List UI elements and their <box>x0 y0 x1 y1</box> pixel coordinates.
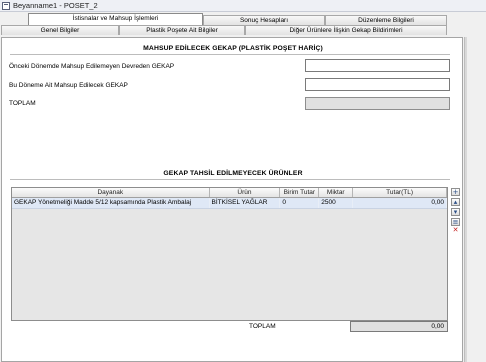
urunler-divider <box>10 179 450 180</box>
window-title: Beyanname1 - POSET_2 <box>13 1 98 10</box>
col-header-tutar[interactable]: Tutar(TL) <box>353 188 447 197</box>
tab-strip: Sonuç Hesapları Düzenleme Bilgileri Gene… <box>0 12 486 38</box>
delete-row-icon[interactable]: ✕ <box>451 227 460 235</box>
mahsup-toplam-label: TOPLAM <box>9 100 36 107</box>
urunler-section-title: GEKAP TAHSİL EDİLMEYECEK ÜRÜNLER <box>163 170 303 177</box>
urunler-table[interactable]: Dayanak Ürün Birim Tutar Miktar Tutar(TL… <box>11 187 448 321</box>
mahsup-section-title: MAHSUP EDİLECEK GEKAP (PLASTİK POŞET HAR… <box>143 45 323 52</box>
urunler-toplam-label: TOPLAM <box>249 323 276 330</box>
cell-urun[interactable]: BİTKİSEL YAĞLAR <box>210 198 281 208</box>
tab-duzenleme-bilgileri[interactable]: Düzenleme Bilgileri <box>325 15 447 25</box>
table-header: Dayanak Ürün Birim Tutar Miktar Tutar(TL… <box>12 188 447 198</box>
cell-tutar[interactable]: 0,00 <box>353 198 447 208</box>
vertical-scrollbar[interactable] <box>464 37 467 362</box>
move-up-icon[interactable]: ▴ <box>451 198 460 206</box>
tab-istisnalar-mahsup[interactable]: İstisnalar ve Mahsup İşlemleri <box>28 13 203 25</box>
move-down-icon[interactable]: ▾ <box>451 208 460 216</box>
bu-donem-label: Bu Döneme Ait Mahsup Edilecek GEKAP <box>9 82 128 89</box>
window-titlebar: Beyanname1 - POSET_2 <box>0 0 486 12</box>
content-panel: MAHSUP EDİLECEK GEKAP (PLASTİK POŞET HAR… <box>1 37 463 362</box>
tab-genel-bilgiler[interactable]: Genel Bilgiler <box>1 25 119 35</box>
add-row-icon[interactable]: + <box>451 188 460 196</box>
mahsup-toplam-field <box>305 97 450 110</box>
window-icon <box>2 2 10 10</box>
mahsup-divider <box>10 54 450 55</box>
cell-dayanak[interactable]: GEKAP Yönetmeliği Madde 5/12 kapsamında … <box>12 198 210 208</box>
edit-row-icon[interactable]: ≡ <box>451 218 460 226</box>
onceki-donem-label: Önceki Dönemde Mahsup Edilemeyen Devrede… <box>9 63 175 70</box>
tab-plastik-posete-ait-bilgiler[interactable]: Plastik Poşete Ait Bilgiler <box>119 25 245 35</box>
col-header-miktar[interactable]: Miktar <box>319 188 354 197</box>
bu-donem-input[interactable] <box>305 78 450 91</box>
col-header-dayanak[interactable]: Dayanak <box>12 188 210 197</box>
cell-birim-tutar[interactable]: 0 <box>280 198 320 208</box>
cell-miktar[interactable]: 2500 <box>319 198 354 208</box>
urunler-toplam-value: 0,00 <box>350 321 448 332</box>
table-row[interactable]: GEKAP Yönetmeliği Madde 5/12 kapsamında … <box>12 198 447 209</box>
col-header-urun[interactable]: Ürün <box>210 188 281 197</box>
tab-diger-urunlere-gekap[interactable]: Diğer Ürünlere İlişkin Gekap Bildirimler… <box>245 25 447 35</box>
onceki-donem-input[interactable] <box>305 59 450 72</box>
col-header-birim-tutar[interactable]: Birim Tutar <box>280 188 320 197</box>
tab-sonuc-hesaplari[interactable]: Sonuç Hesapları <box>203 15 325 25</box>
